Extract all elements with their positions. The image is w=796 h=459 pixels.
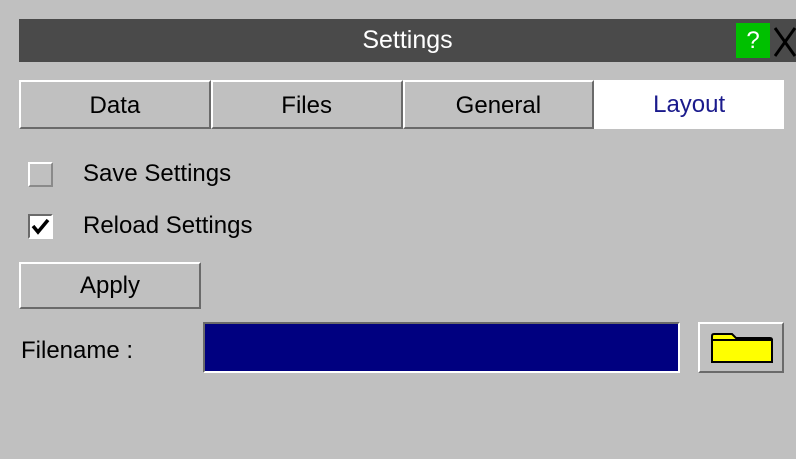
tab-bar: Data Files General Layout bbox=[19, 80, 784, 129]
browse-button[interactable] bbox=[698, 322, 784, 373]
tab-files[interactable]: Files bbox=[210, 80, 403, 129]
help-button[interactable]: ? bbox=[736, 23, 770, 58]
save-settings-checkbox[interactable] bbox=[28, 161, 53, 187]
close-button[interactable] bbox=[773, 22, 796, 59]
apply-button[interactable]: Apply bbox=[19, 262, 201, 309]
reload-settings-checkbox[interactable] bbox=[28, 213, 53, 239]
tab-layout[interactable]: Layout bbox=[594, 80, 784, 129]
window-title: Settings bbox=[362, 26, 453, 54]
folder-icon bbox=[711, 333, 774, 363]
save-settings-option[interactable]: Save Settings bbox=[28, 159, 231, 189]
tab-general[interactable]: General bbox=[402, 80, 595, 129]
reload-settings-option[interactable]: Reload Settings bbox=[28, 211, 252, 241]
filename-field[interactable] bbox=[203, 322, 680, 373]
filename-label: Filename : bbox=[21, 337, 134, 364]
close-icon bbox=[773, 27, 796, 57]
checkmark-icon bbox=[31, 218, 50, 235]
tab-data[interactable]: Data bbox=[19, 80, 211, 129]
reload-settings-label: Reload Settings bbox=[83, 212, 253, 239]
save-settings-label: Save Settings bbox=[83, 160, 232, 187]
title-bar: Settings ? bbox=[19, 19, 796, 62]
